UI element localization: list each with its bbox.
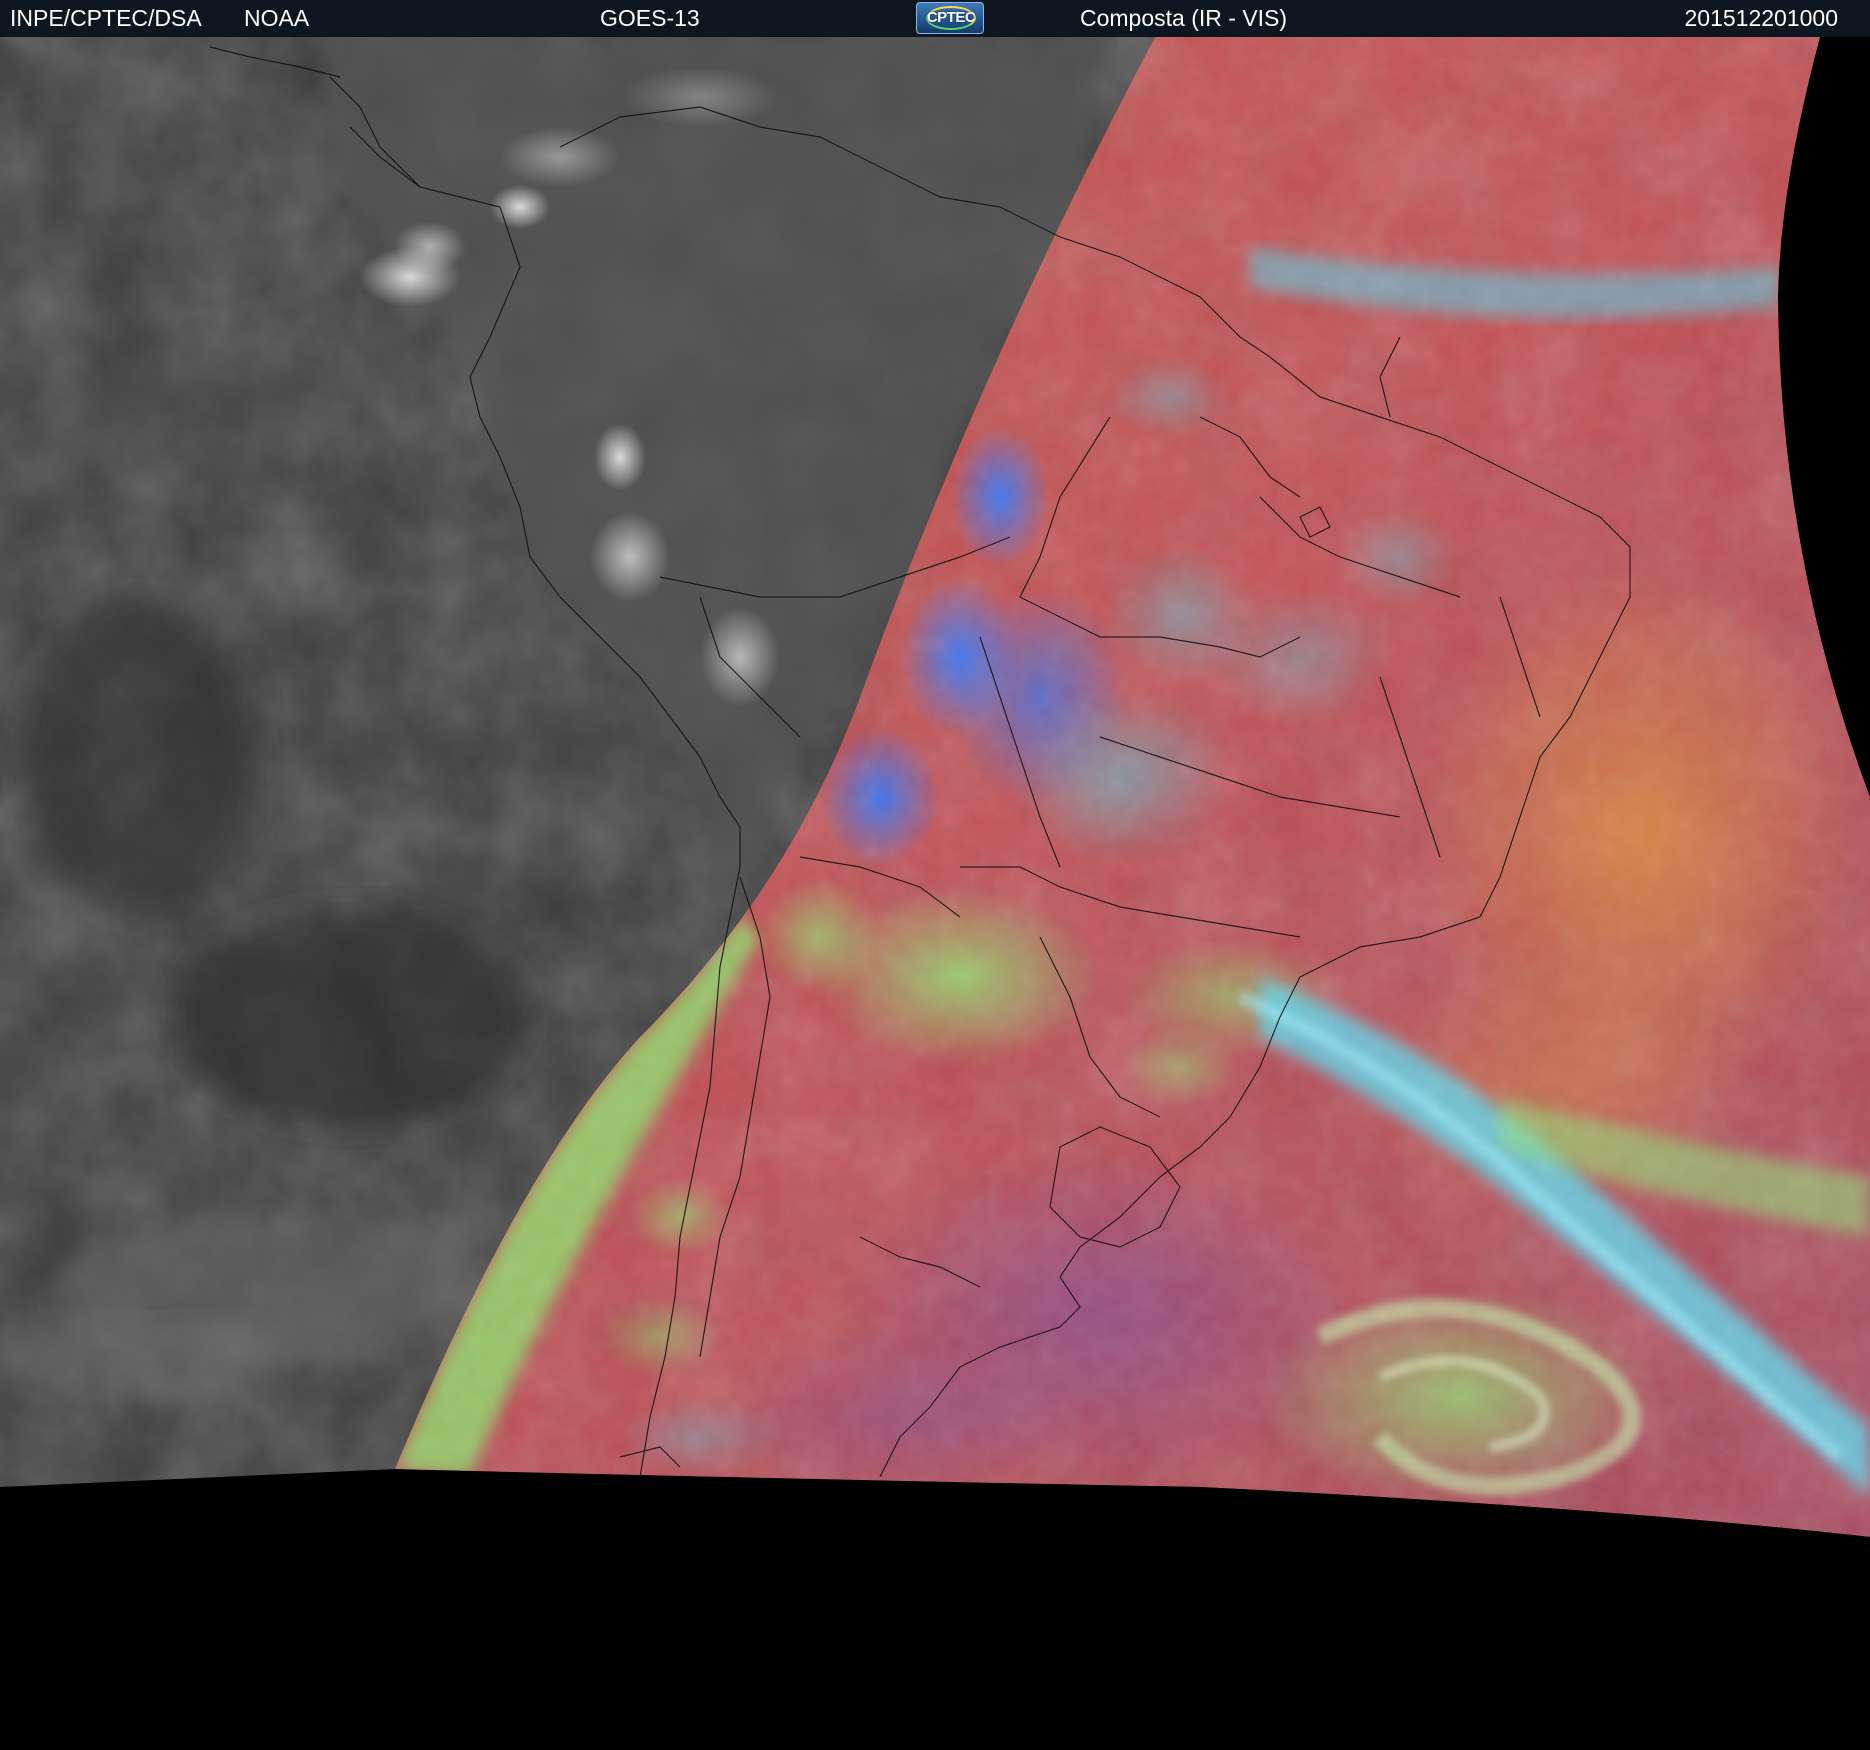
satellite-image — [0, 37, 1870, 1750]
satellite-label: GOES-13 — [600, 5, 700, 31]
source-label: NOAA — [244, 5, 310, 31]
cptec-logo: CPTEC — [916, 2, 984, 34]
satellite-image-icon — [0, 37, 1870, 1750]
satellite-viewer: INPE/CPTEC/DSA NOAA GOES-13 CPTEC Compos… — [0, 0, 1870, 1750]
logo-text: CPTEC — [926, 9, 976, 26]
agency-label: INPE/CPTEC/DSA — [10, 5, 202, 31]
header-bar: INPE/CPTEC/DSA NOAA GOES-13 CPTEC Compos… — [0, 0, 1870, 37]
timestamp-label: 201512201000 — [1684, 5, 1839, 31]
product-label: Composta (IR - VIS) — [1080, 5, 1288, 31]
